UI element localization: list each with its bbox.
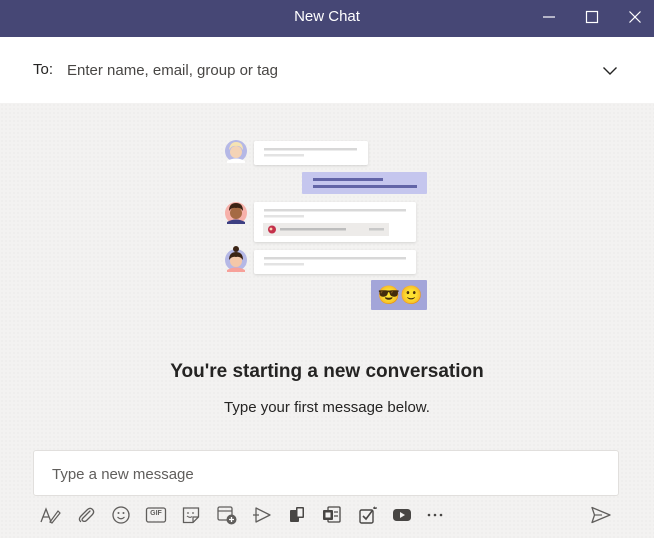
conversation-area: 😎🙂 You're starting a new conversation Ty…: [0, 103, 654, 538]
sticker-icon: [182, 507, 200, 524]
message-bubble: [302, 172, 427, 194]
title-bar: New Chat: [0, 0, 654, 37]
close-icon: [629, 11, 641, 23]
schedule-meeting-button[interactable]: [214, 502, 240, 528]
to-label: To:: [33, 61, 54, 78]
empty-state-subheading: Type your first message below.: [224, 399, 430, 416]
send-button[interactable]: [588, 502, 614, 528]
forms-button[interactable]: [319, 502, 345, 528]
message-bubble: [254, 141, 368, 165]
format-icon: [40, 507, 61, 524]
gif-label: GIF: [150, 510, 162, 517]
youtube-button[interactable]: [389, 502, 415, 528]
youtube-icon: [393, 509, 411, 521]
format-button[interactable]: [37, 502, 63, 528]
maximize-icon: [585, 10, 599, 24]
new-conversation-illustration: [225, 140, 427, 310]
minimize-button[interactable]: [530, 0, 568, 34]
empty-state-heading: You're starting a new conversation: [170, 361, 484, 382]
message-input[interactable]: [52, 463, 592, 485]
app-icon: [290, 507, 304, 522]
more-options-icon: [427, 513, 443, 517]
compose-box[interactable]: [33, 450, 619, 496]
avatar: [225, 140, 247, 163]
recipient-input[interactable]: [67, 57, 567, 83]
close-button[interactable]: [616, 0, 654, 34]
attach-button[interactable]: [73, 502, 99, 528]
sunglasses-emoji: 😎: [377, 285, 400, 305]
more-options-button[interactable]: [422, 502, 448, 528]
approvals-icon: [359, 506, 377, 524]
to-bar: To:: [0, 37, 654, 103]
avatar: [225, 202, 247, 224]
emoji-icon: [112, 506, 130, 524]
attach-icon: [78, 507, 95, 523]
forms-icon: [323, 506, 341, 523]
schedule-meeting-icon: [217, 506, 237, 525]
emoji-button[interactable]: [108, 502, 134, 528]
approvals-button[interactable]: [355, 502, 381, 528]
recipient-dropdown-button[interactable]: [598, 59, 622, 83]
gif-button[interactable]: GIF: [143, 502, 169, 528]
smile-emoji: 🙂: [400, 285, 423, 305]
message-bubble: [254, 250, 416, 274]
reaction-emojis: 😎🙂: [375, 285, 425, 305]
sticker-button[interactable]: [178, 502, 204, 528]
stream-button[interactable]: [250, 502, 276, 528]
avatar: [225, 246, 247, 272]
stream-icon: [253, 507, 271, 523]
chevron-down-icon: [603, 67, 617, 75]
app-button[interactable]: [284, 502, 310, 528]
send-icon: [591, 506, 611, 524]
minimize-icon: [543, 16, 555, 18]
maximize-button[interactable]: [573, 0, 611, 34]
